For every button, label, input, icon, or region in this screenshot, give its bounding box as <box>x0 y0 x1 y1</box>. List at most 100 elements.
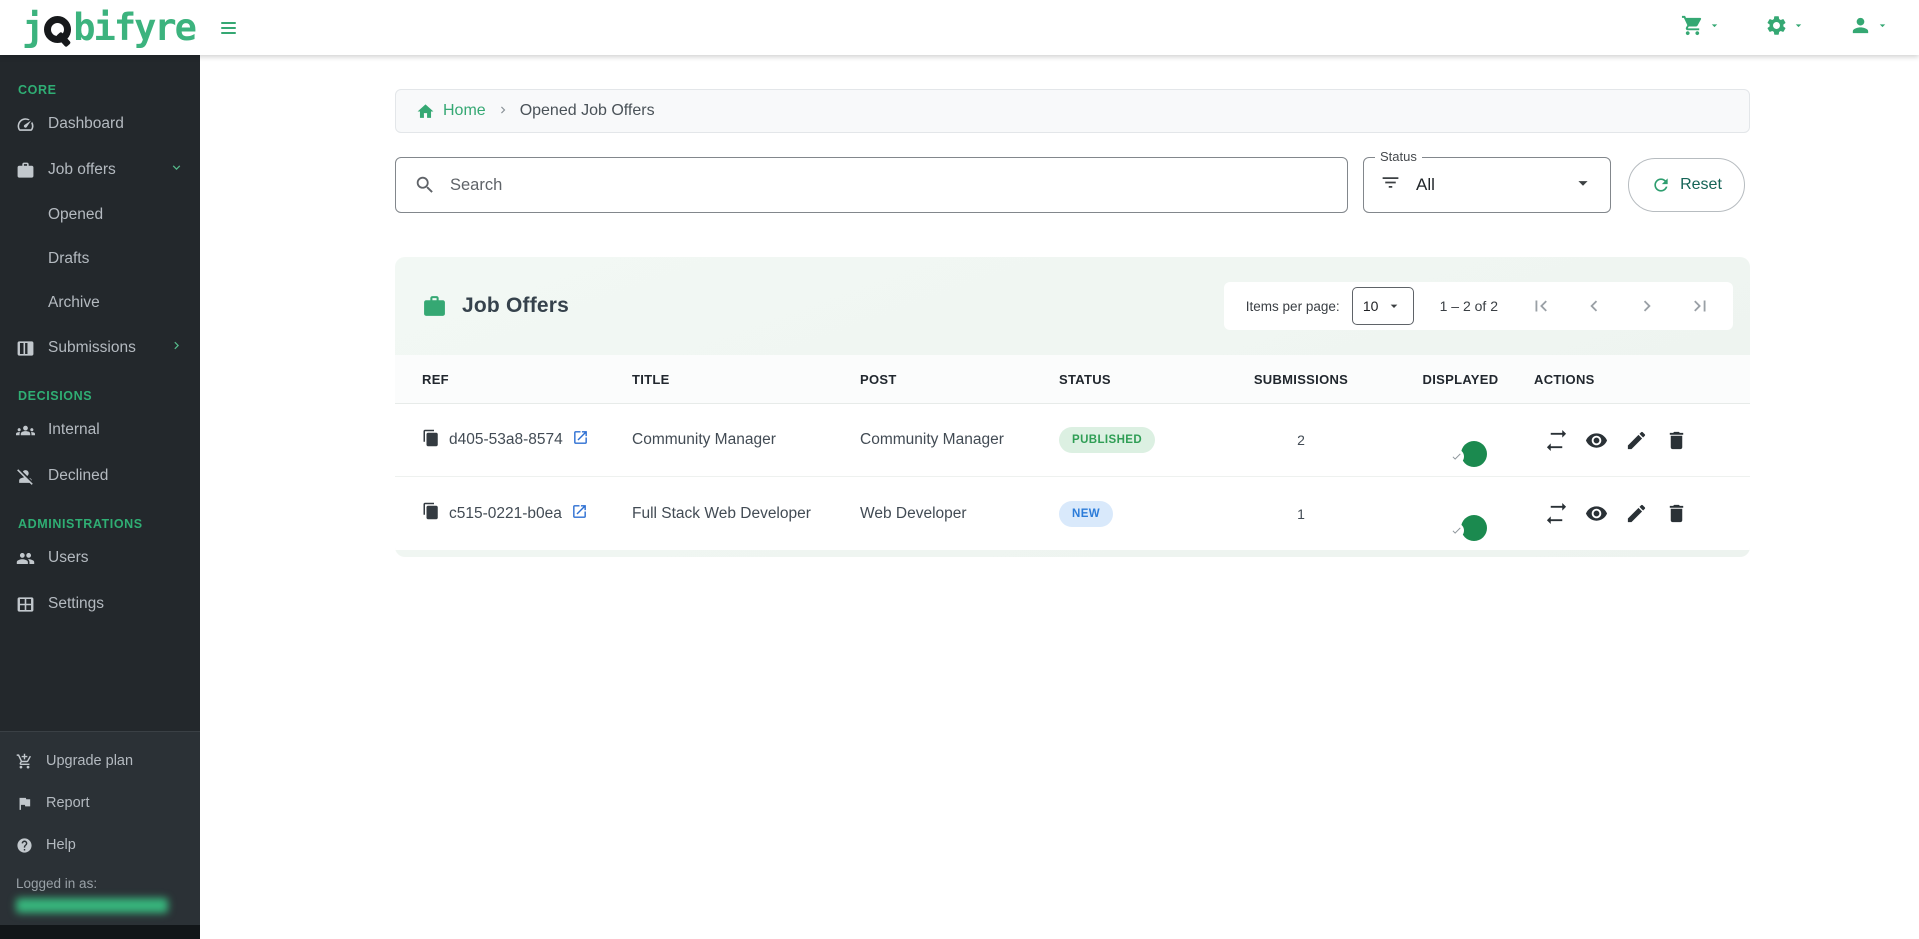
post-cell: Web Developer <box>860 505 1059 523</box>
ref-value: d405-53a8-8574 <box>449 431 563 449</box>
delete-button[interactable] <box>1665 502 1688 525</box>
view-button[interactable] <box>1585 502 1608 525</box>
sidebar-item-dashboard[interactable]: Dashboard <box>16 101 184 147</box>
filter-icon <box>1380 172 1401 198</box>
app-logo[interactable]: j bifyre <box>22 6 195 49</box>
pencil-icon <box>1625 502 1648 525</box>
job-offers-panel: Job Offers Items per page: 10 1 – 2 of 2 <box>395 257 1750 557</box>
sidebar-item-drafts[interactable]: Drafts <box>16 237 184 281</box>
status-badge: NEW <box>1059 501 1113 527</box>
chevron-right-icon <box>496 101 510 122</box>
reset-button[interactable]: Reset <box>1628 158 1745 212</box>
breadcrumb-current: Opened Job Offers <box>520 102 655 120</box>
status-field-label: Status <box>1375 149 1422 164</box>
pencil-icon <box>1625 429 1648 452</box>
last-page-button[interactable] <box>1689 295 1711 317</box>
paginator: Items per page: 10 1 – 2 of 2 <box>1224 282 1733 330</box>
kanban-icon <box>16 339 35 358</box>
panel-title: Job Offers <box>422 294 569 319</box>
users-icon <box>16 549 35 568</box>
sidebar-item-help[interactable]: Help <box>16 824 184 866</box>
column-header-title: TITLE <box>632 372 860 387</box>
eye-icon <box>1585 502 1608 525</box>
sidebar-heading-administrations: ADMINISTRATIONS <box>18 517 184 531</box>
chevron-down-icon <box>1386 298 1402 314</box>
briefcase-icon <box>16 161 35 180</box>
table-row: c515-0221-b0ea Full Stack Web Developer … <box>395 477 1750 550</box>
search-field[interactable] <box>395 157 1348 213</box>
chevron-down-icon <box>1876 19 1889 37</box>
previous-page-button[interactable] <box>1583 295 1605 317</box>
sidebar-item-users[interactable]: Users <box>16 535 184 581</box>
sidebar-item-upgrade-plan[interactable]: Upgrade plan <box>16 740 184 782</box>
sidebar-bottom-strip <box>0 925 200 939</box>
post-cell: Community Manager <box>860 431 1059 449</box>
people-off-icon <box>16 467 35 486</box>
submissions-count: 2 <box>1297 432 1305 448</box>
check-icon <box>1451 451 1462 462</box>
cart-menu[interactable] <box>1681 14 1721 42</box>
user-icon <box>1849 14 1872 42</box>
help-icon <box>16 837 33 854</box>
sidebar: CORE Dashboard Job offers Opened Drafts … <box>0 55 200 939</box>
cart-icon <box>1681 14 1704 42</box>
status-select[interactable]: Status All <box>1363 157 1611 213</box>
dashboard-icon <box>16 115 35 134</box>
items-per-page-label: Items per page: <box>1246 299 1340 314</box>
items-per-page-select[interactable]: 10 <box>1352 287 1414 325</box>
external-link-icon[interactable] <box>571 503 588 525</box>
search-input[interactable] <box>450 176 1329 195</box>
briefcase-icon <box>422 294 447 319</box>
column-header-ref: REF <box>422 372 632 387</box>
edit-button[interactable] <box>1625 502 1648 525</box>
external-link-icon[interactable] <box>572 429 589 451</box>
delete-button[interactable] <box>1665 429 1688 452</box>
column-header-status: STATUS <box>1059 372 1215 387</box>
sidebar-item-declined[interactable]: Declined <box>16 453 184 499</box>
trash-icon <box>1665 502 1688 525</box>
copy-icon[interactable] <box>422 429 440 452</box>
edit-button[interactable] <box>1625 429 1648 452</box>
copy-icon[interactable] <box>422 502 440 525</box>
home-icon <box>416 102 435 121</box>
ref-cell: c515-0221-b0ea <box>422 502 632 525</box>
top-header: j bifyre <box>0 0 1919 55</box>
sidebar-item-archive[interactable]: Archive <box>16 281 184 325</box>
refresh-icon <box>1651 175 1671 195</box>
submissions-count: 1 <box>1297 506 1305 522</box>
sidebar-item-settings[interactable]: Settings <box>16 581 184 627</box>
magnifier-icon <box>44 16 71 43</box>
swap-arrows-icon <box>1545 429 1568 452</box>
search-icon <box>414 174 436 196</box>
view-button[interactable] <box>1585 429 1608 452</box>
breadcrumb: Home Opened Job Offers <box>395 89 1750 133</box>
settings-menu[interactable] <box>1765 14 1805 42</box>
table-row: d405-53a8-8574 Community Manager Communi… <box>395 404 1750 477</box>
flag-icon <box>16 795 33 812</box>
filter-row: Status All Reset <box>395 157 1750 213</box>
logged-in-label: Logged in as: <box>0 866 200 891</box>
transfer-button[interactable] <box>1545 429 1568 452</box>
main-content: Home Opened Job Offers Status All Reset <box>200 55 1919 939</box>
chevron-down-icon <box>169 160 184 180</box>
menu-toggle-button[interactable] <box>217 18 240 38</box>
sidebar-item-submissions[interactable]: Submissions <box>16 325 184 371</box>
status-selected-value: All <box>1416 175 1435 195</box>
account-menu[interactable] <box>1849 14 1889 42</box>
logo-text-suffix: bifyre <box>73 6 195 49</box>
next-page-button[interactable] <box>1636 295 1658 317</box>
transfer-button[interactable] <box>1545 502 1568 525</box>
title-cell: Full Stack Web Developer <box>632 505 860 523</box>
sidebar-item-opened[interactable]: Opened <box>16 193 184 237</box>
sidebar-item-report[interactable]: Report <box>16 782 184 824</box>
chevron-down-icon <box>1708 19 1721 37</box>
sidebar-item-internal[interactable]: Internal <box>16 407 184 453</box>
ref-cell: d405-53a8-8574 <box>422 429 632 452</box>
cart-plus-icon <box>16 753 33 770</box>
breadcrumb-home-link[interactable]: Home <box>416 102 486 121</box>
pagination-controls <box>1530 295 1711 317</box>
sidebar-item-job-offers[interactable]: Job offers <box>16 147 184 193</box>
column-header-submissions: SUBMISSIONS <box>1254 372 1348 387</box>
first-page-button[interactable] <box>1530 295 1552 317</box>
logged-in-username-redacted <box>16 898 168 913</box>
